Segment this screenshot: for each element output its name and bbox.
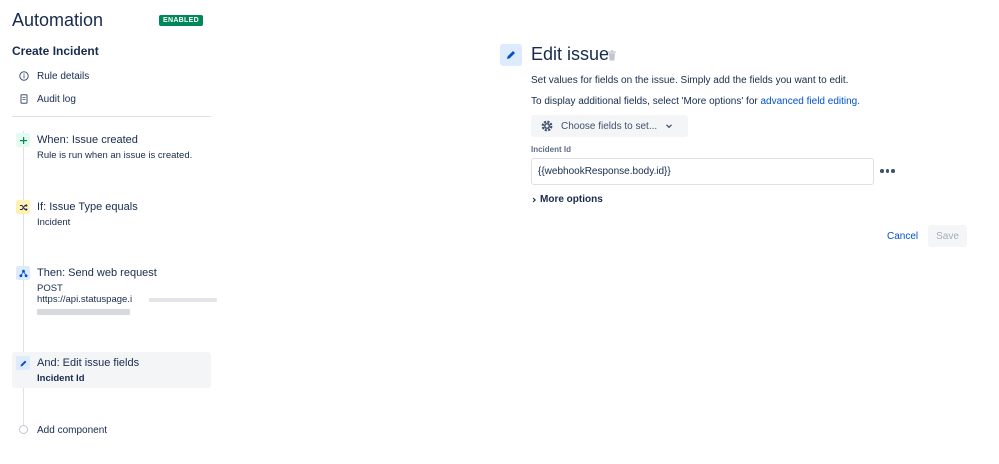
add-component-button[interactable]: Add component [12, 421, 211, 439]
component-subtitle: Rule is run when an issue is created. [37, 150, 193, 161]
nav-label: Audit log [37, 93, 76, 105]
component-trigger[interactable]: When: Issue created Rule is run when an … [12, 130, 211, 170]
more-actions-icon[interactable] [880, 166, 896, 176]
webhook-icon [16, 266, 30, 280]
chevron-down-icon [666, 124, 673, 129]
choose-fields-label: Choose fields to set... [561, 120, 658, 132]
incident-id-field[interactable] [531, 158, 874, 185]
component-condition[interactable]: If: Issue Type equals Incident [12, 197, 211, 233]
description-2-text: To display additional fields, select 'Mo… [531, 96, 761, 107]
gear-icon [541, 120, 553, 132]
trash-icon[interactable] [607, 50, 617, 61]
app-title: Automation [12, 10, 104, 30]
component-title: If: Issue Type equals [37, 201, 138, 213]
info-icon [12, 71, 36, 81]
field-label: Incident Id [531, 145, 571, 154]
save-button[interactable]: Save [928, 225, 967, 247]
add-dot-icon [19, 425, 28, 434]
nav-audit-log[interactable]: Audit log [12, 89, 210, 109]
request-url: https://api.statuspage.i [37, 294, 133, 305]
chevron-right-icon [532, 197, 537, 202]
pencil-icon [16, 356, 30, 370]
trigger-plus-icon [16, 133, 30, 147]
description-1: Set values for fields on the issue. Simp… [531, 75, 849, 86]
panel-title: Edit issue [531, 44, 610, 64]
more-options-label: More options [540, 194, 603, 205]
choose-fields-button[interactable]: Choose fields to set... [531, 115, 688, 137]
advanced-field-editing-link[interactable]: advanced field editing. [761, 96, 861, 107]
nav-rule-details[interactable]: Rule details [12, 66, 210, 86]
redacted-text [37, 309, 130, 315]
nav-label: Rule details [37, 70, 90, 82]
redacted-text [149, 298, 217, 302]
component-title: When: Issue created [37, 134, 138, 146]
document-icon [12, 94, 36, 104]
add-component-label: Add component [37, 424, 108, 436]
status-badge: ENABLED [159, 15, 203, 26]
pencil-icon [500, 44, 522, 66]
component-title: Then: Send web request [37, 267, 157, 279]
description-2: To display additional fields, select 'Mo… [531, 96, 860, 107]
component-title: And: Edit issue fields [37, 357, 140, 369]
component-action-web-request[interactable]: Then: Send web request POST https://api.… [12, 263, 217, 321]
component-subtitle: POST [37, 283, 63, 294]
more-options-toggle[interactable]: More options [531, 194, 603, 205]
rule-name: Create Incident [12, 44, 99, 58]
divider [12, 116, 211, 117]
component-action-edit-issue[interactable]: And: Edit issue fields Incident Id [12, 352, 211, 388]
cancel-button[interactable]: Cancel [882, 226, 923, 246]
component-subtitle: Incident [37, 217, 71, 228]
component-subtitle: Incident Id [37, 373, 85, 384]
condition-shuffle-icon [16, 200, 30, 214]
